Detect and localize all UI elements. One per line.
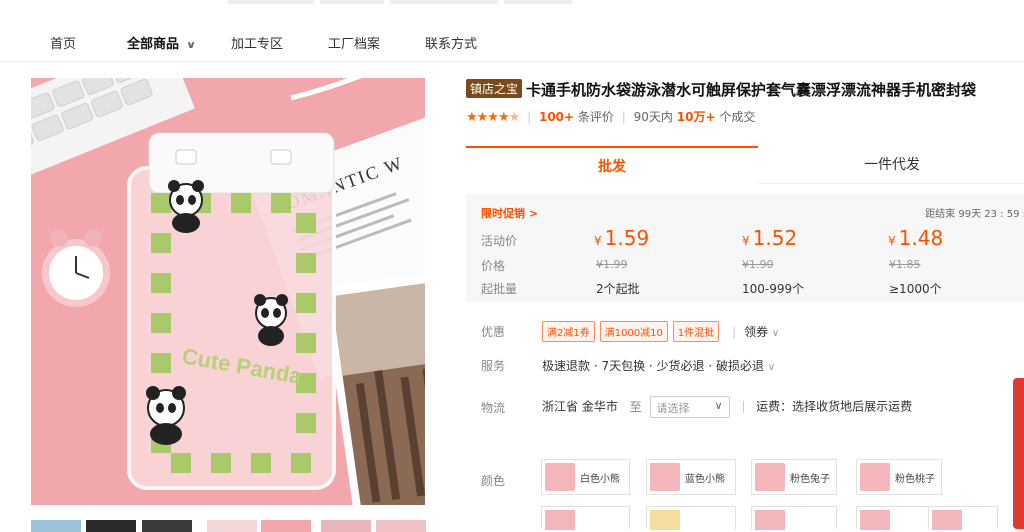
- thumbnail[interactable]: [142, 520, 192, 532]
- nav-item-processing[interactable]: 加工专区: [231, 33, 283, 52]
- logistics-label: 物流: [481, 401, 506, 415]
- product-main-image[interactable]: ROMANTIC W Cute Panda: [31, 78, 425, 505]
- color-option[interactable]: [646, 506, 736, 530]
- thumbnail[interactable]: [31, 520, 81, 532]
- nav-item-all-products[interactable]: 全部商品 ∨: [127, 33, 197, 52]
- swatch-thumbnail: [932, 510, 962, 530]
- ship-origin: 浙江省 金华市: [542, 399, 618, 414]
- destination-select[interactable]: 请选择 ∨: [649, 396, 730, 418]
- swatch-thumbnail: [860, 510, 890, 530]
- currency-symbol: ¥: [888, 234, 896, 248]
- swatch-thumbnail: [650, 510, 680, 530]
- thumbnail-strip: [31, 520, 451, 532]
- sales-label: 个成交: [719, 110, 756, 124]
- tier-price: ¥1.59: [594, 226, 649, 250]
- thumbnail[interactable]: [86, 520, 136, 532]
- promo-label: 限时促销: [481, 207, 525, 220]
- service-row[interactable]: 极速退款 · 7天包换 · 少货必退 · 破损必退 ∨: [542, 357, 775, 374]
- benefits-row: 满2减1券 满1000减10 1件混批 | 领券 ∨: [542, 321, 779, 342]
- tier-original-price: ¥1.85: [889, 258, 921, 271]
- claim-label: 领券: [744, 325, 769, 339]
- nav-item-label: 全部商品: [127, 37, 180, 52]
- coupon-tag[interactable]: 1件混批: [672, 321, 720, 342]
- tier-moq: 100-999个: [742, 282, 805, 296]
- color-option-pink-peach[interactable]: 粉色桃子: [856, 459, 942, 495]
- nav-item-contact[interactable]: 联系方式: [425, 33, 477, 52]
- color-option[interactable]: [541, 506, 630, 530]
- side-floating-toolbar[interactable]: [1013, 378, 1024, 529]
- purchase-mode-tabs: 批发 一件代发: [466, 146, 1024, 184]
- swatch-thumbnail: [755, 510, 785, 530]
- tier-price-value: 1.59: [604, 226, 650, 250]
- nav-item-home[interactable]: 首页: [50, 33, 76, 52]
- reviews-label: 条评价: [577, 110, 614, 124]
- sales-period: 90天内: [633, 110, 673, 124]
- moq-label: 起批量: [481, 282, 518, 296]
- service-text: 极速退款 · 7天包换 · 少货必退 · 破损必退: [542, 359, 764, 373]
- rating-row: ★★★★★ | 100+ 条评价 | 90天内 10万+ 个成交: [466, 110, 756, 125]
- product-title-row: 镇店之宝 卡通手机防水袋游泳潜水可触屏保护套气囊漂浮漂流神器手机密封袋: [466, 79, 1024, 100]
- coupon-tag[interactable]: 满1000减10: [599, 321, 668, 342]
- color-option[interactable]: [928, 506, 998, 530]
- thumbnail[interactable]: [376, 520, 426, 532]
- top-bar-remnants: [0, 0, 1024, 4]
- to-label: 至: [629, 399, 642, 414]
- tier-original-price: ¥1.99: [596, 258, 628, 271]
- currency-symbol: ¥: [594, 234, 602, 248]
- shipping-fee-text: 运费：选择收货地后展示运费: [756, 399, 913, 414]
- tier-original-price: ¥1.90: [742, 258, 774, 271]
- swatch-thumbnail: [545, 510, 575, 530]
- tier-moq: ≥1000个: [889, 282, 942, 296]
- price-panel: 限时促销 > 距结束 99天 23 : 59 : 活动价 价格 起批量 ¥1.5…: [466, 194, 1024, 302]
- select-placeholder: 请选择: [656, 402, 690, 415]
- color-option[interactable]: [751, 506, 837, 530]
- thumbnail[interactable]: [261, 520, 311, 532]
- tier-price-value: 1.52: [752, 226, 798, 250]
- claim-coupon-button[interactable]: 领券 ∨: [744, 325, 779, 339]
- logistics-row: 浙江省 金华市 至 请选择 ∨ 运费：选择收货地后展示运费: [542, 396, 912, 418]
- thumbnail[interactable]: [207, 520, 257, 532]
- swatch-label: 粉色兔子: [790, 474, 830, 485]
- nav-item-factory[interactable]: 工厂档案: [328, 33, 380, 52]
- chevron-right-icon: >: [528, 207, 539, 220]
- coupon-tag[interactable]: 满2减1券: [542, 321, 595, 342]
- shop-nav-bar: 首页 全部商品 ∨ 加工专区 工厂档案 联系方式: [0, 22, 1024, 62]
- tab-wholesale[interactable]: 批发: [466, 146, 758, 184]
- chevron-down-icon: ∨: [767, 362, 776, 373]
- chevron-down-icon: ∨: [714, 399, 723, 412]
- activity-price-label: 活动价: [481, 234, 518, 248]
- color-option-white-bear[interactable]: 白色小熊: [541, 459, 630, 495]
- swatch-label: 粉色桃子: [895, 474, 935, 485]
- benefits-label: 优惠: [481, 325, 506, 339]
- swatch-thumbnail: [860, 463, 890, 491]
- price-label: 价格: [481, 259, 506, 273]
- swatch-thumbnail: [650, 463, 680, 491]
- color-option-pink-bunny[interactable]: 粉色兔子: [751, 459, 837, 495]
- chevron-down-icon: ∨: [771, 328, 780, 339]
- promo-countdown: 距结束 99天 23 : 59 :: [925, 209, 1024, 220]
- swatch-thumbnail: [755, 463, 785, 491]
- tier-price: ¥1.52: [742, 226, 797, 250]
- currency-symbol: ¥: [742, 234, 750, 248]
- swatch-label: 蓝色小熊: [685, 474, 725, 485]
- sales-count: 10万+: [676, 110, 716, 124]
- rating-stars-icon: ★★★★★: [466, 110, 520, 125]
- tab-dropship[interactable]: 一件代发: [758, 146, 1024, 184]
- limited-promo-link[interactable]: 限时促销 >: [481, 205, 538, 221]
- chevron-down-icon: ∨: [185, 40, 197, 51]
- color-label: 颜色: [481, 474, 506, 488]
- tier-price: ¥1.48: [888, 226, 943, 250]
- product-title: 卡通手机防水袋游泳潜水可触屏保护套气囊漂浮漂流神器手机密封袋: [526, 81, 977, 99]
- tier-price-value: 1.48: [898, 226, 944, 250]
- tier-moq: 2个起批: [596, 282, 640, 296]
- swatch-thumbnail: [545, 463, 575, 491]
- thumbnail[interactable]: [321, 520, 371, 532]
- color-option-blue-bear[interactable]: 蓝色小熊: [646, 459, 736, 495]
- service-label: 服务: [481, 359, 506, 373]
- reviews-count[interactable]: 100+: [539, 110, 574, 124]
- swatch-label: 白色小熊: [580, 474, 620, 485]
- store-treasure-badge: 镇店之宝: [466, 79, 523, 98]
